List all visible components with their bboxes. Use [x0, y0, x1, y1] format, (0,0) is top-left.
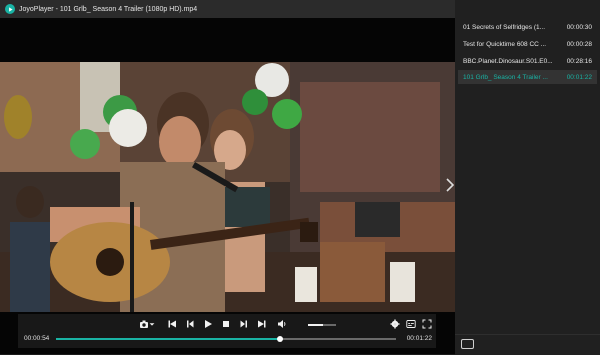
playlist-item-duration: 00:00:30	[566, 23, 592, 31]
playlist-toggle-icon[interactable]	[461, 339, 474, 349]
current-time: 00:00:54	[24, 335, 50, 342]
title-bar: JoyoPlayer - 101 Grlb_ Season 4 Trailer …	[0, 0, 455, 18]
step-forward-icon[interactable]	[238, 318, 250, 330]
seek-thumb[interactable]	[277, 336, 284, 342]
window-title: JoyoPlayer - 101 Grlb_ Season 4 Trailer …	[19, 5, 198, 13]
progress-row: 00:00:54 00:01:22	[18, 334, 436, 344]
playlist-item-active[interactable]: 101 Grlb_ Season 4 Trailer ... 00:01:22	[458, 70, 597, 84]
playlist-item-name: BBC.Planet.Dinosaur.S01.E0...	[463, 57, 553, 65]
seek-bar[interactable]	[56, 336, 396, 342]
control-bar: 00:00:54 00:01:22	[18, 314, 436, 348]
letterbox-top	[0, 18, 455, 62]
chevron-down-icon[interactable]	[148, 318, 156, 330]
control-row	[18, 318, 436, 332]
skip-previous-icon[interactable]	[166, 318, 178, 330]
video-frame[interactable]	[0, 62, 455, 312]
playlist-item[interactable]: 01 Secrets of Selfridges (1... 00:00:30	[458, 20, 597, 34]
playlist-panel: 01 Secrets of Selfridges (1... 00:00:30 …	[455, 0, 600, 354]
playlist-item-name: 01 Secrets of Selfridges (1...	[463, 23, 546, 31]
playlist-item-duration: 00:00:28	[566, 40, 592, 48]
fullscreen-icon[interactable]	[421, 318, 433, 330]
playlist-item-name: 101 Grlb_ Season 4 Trailer ...	[463, 73, 548, 81]
playlist-item-duration: 00:28:16	[566, 57, 592, 65]
volume-icon[interactable]	[276, 318, 288, 330]
seek-progress	[56, 338, 281, 340]
stop-icon[interactable]	[220, 318, 232, 330]
skip-next-icon[interactable]	[256, 318, 268, 330]
volume-slider[interactable]	[308, 324, 336, 326]
app-logo-icon	[5, 4, 15, 14]
play-icon[interactable]	[202, 318, 214, 330]
settings-icon[interactable]	[389, 318, 401, 330]
playlist-item-duration: 00:01:22	[566, 73, 592, 81]
chevron-right-icon[interactable]	[446, 178, 455, 194]
playlist-item-name: Test for Quicktime 608 CC ...	[463, 40, 547, 48]
volume-level	[308, 324, 324, 326]
playlist-item[interactable]: Test for Quicktime 608 CC ... 00:00:28	[458, 37, 597, 51]
playlist-footer	[455, 334, 600, 355]
playlist-item[interactable]: BBC.Planet.Dinosaur.S01.E0... 00:28:16	[458, 54, 597, 68]
total-time: 00:01:22	[406, 335, 432, 342]
subtitles-icon[interactable]	[405, 318, 417, 330]
step-back-icon[interactable]	[184, 318, 196, 330]
